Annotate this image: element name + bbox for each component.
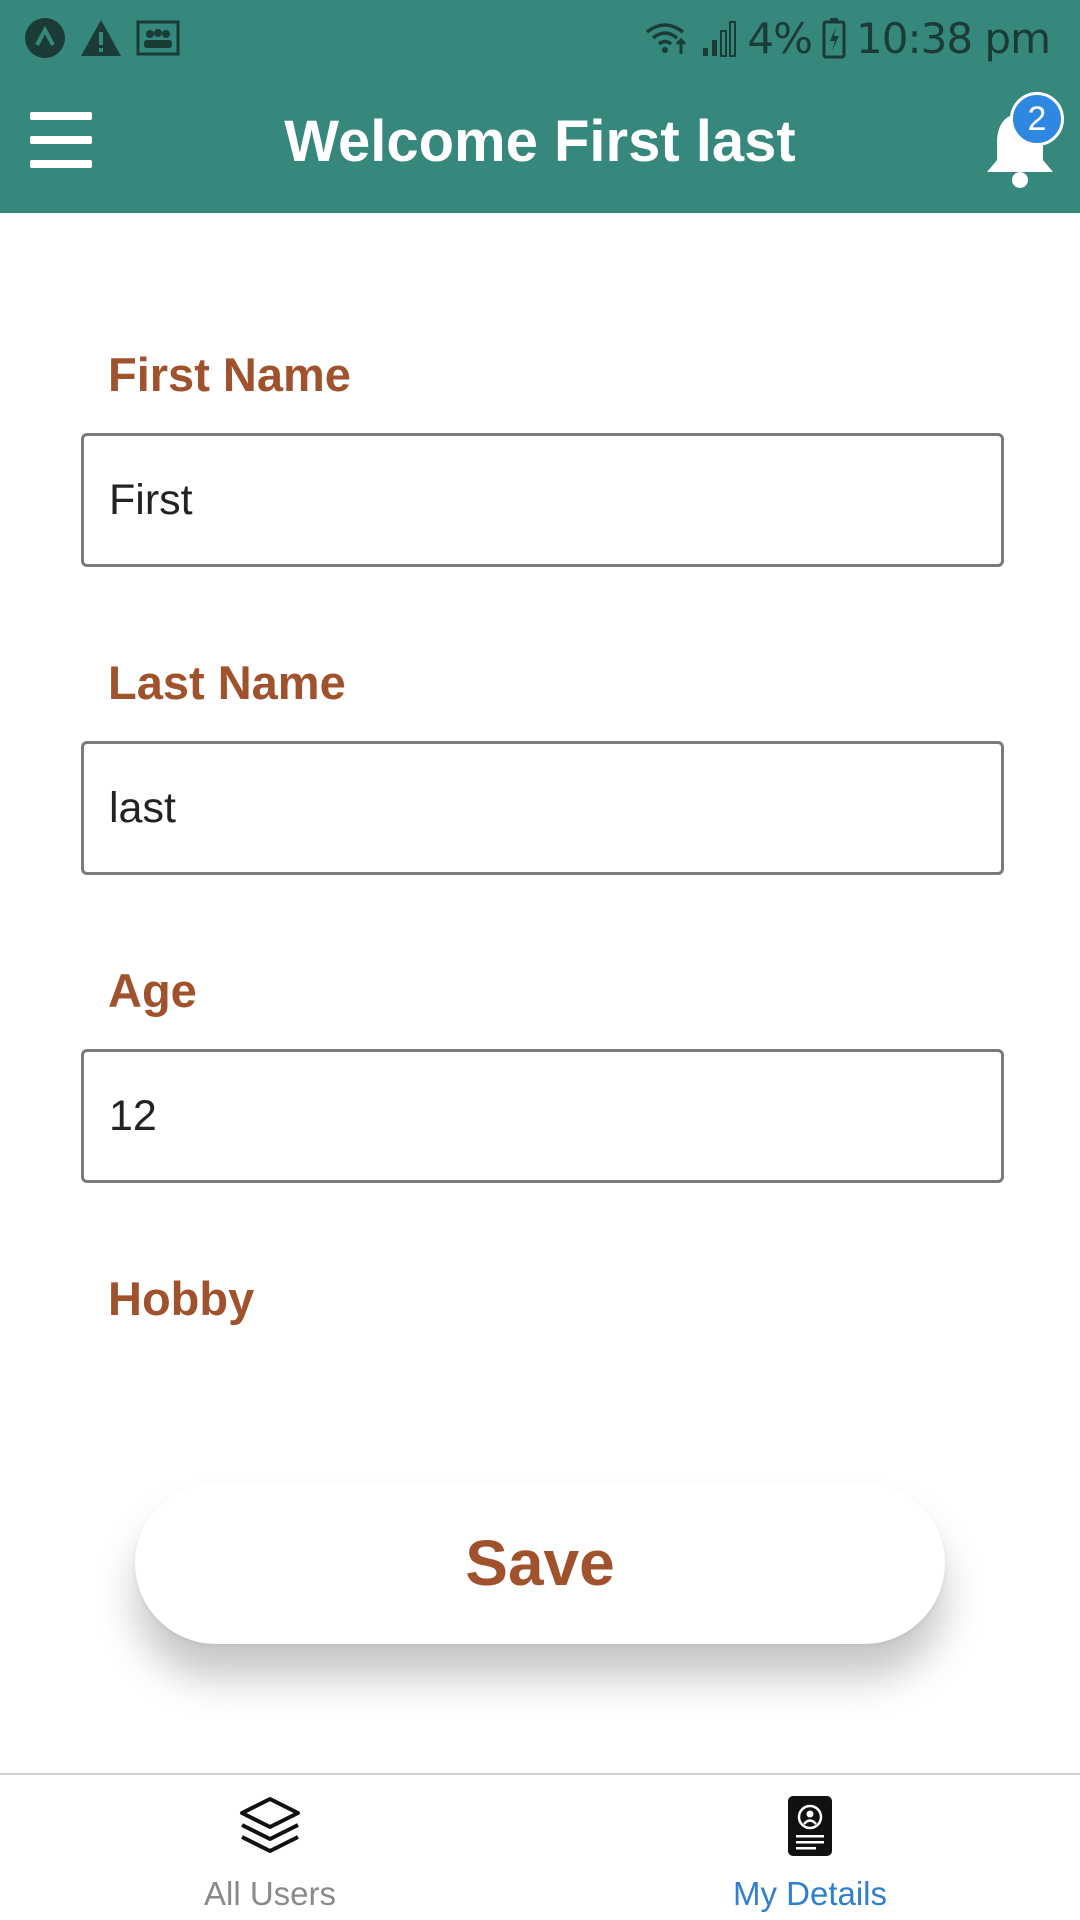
nav-item-my-details[interactable]: My Details xyxy=(540,1775,1080,1920)
age-label: Age xyxy=(108,964,197,1017)
save-button[interactable]: Save xyxy=(135,1482,945,1644)
nav-label-all-users: All Users xyxy=(203,1875,337,1912)
nav-item-all-users[interactable]: All Users xyxy=(0,1775,540,1920)
first-name-input[interactable] xyxy=(84,436,1001,564)
wifi-icon xyxy=(646,23,687,54)
page-title: Welcome First last xyxy=(284,109,796,174)
last-name-field-box xyxy=(81,741,1004,875)
nav-label-my-details: My Details xyxy=(732,1875,888,1912)
group-icon xyxy=(136,20,180,56)
app-screen: 4% 10:38 pm Welcome First last 2 First N… xyxy=(0,0,1080,1920)
app-bar: Welcome First last 2 xyxy=(0,76,1080,213)
status-bar: 4% 10:38 pm xyxy=(0,0,1080,76)
battery-charging-icon xyxy=(822,18,846,59)
last-name-input[interactable] xyxy=(84,744,1001,872)
hobby-label: Hobby xyxy=(108,1272,255,1325)
save-button-label: Save xyxy=(465,1527,615,1599)
signal-icon xyxy=(703,21,737,57)
layers-icon xyxy=(240,1797,300,1853)
first-name-field-box xyxy=(81,433,1004,567)
status-right-icons: 4% 10:38 pm xyxy=(643,10,1051,66)
age-field-box xyxy=(81,1049,1004,1183)
id-card-icon xyxy=(788,1796,832,1856)
clock: 10:38 pm xyxy=(856,13,1051,63)
status-left-icons xyxy=(24,16,180,60)
warning-icon xyxy=(81,20,121,56)
last-name-label: Last Name xyxy=(108,656,346,709)
battery-percent: 4% xyxy=(747,13,813,63)
app-notification-icon xyxy=(25,18,65,58)
bottom-navigation: All Users My Details xyxy=(0,1773,1080,1920)
notification-count-badge: 2 xyxy=(1010,92,1064,146)
first-name-label: First Name xyxy=(108,348,351,401)
age-input[interactable] xyxy=(84,1052,1001,1180)
